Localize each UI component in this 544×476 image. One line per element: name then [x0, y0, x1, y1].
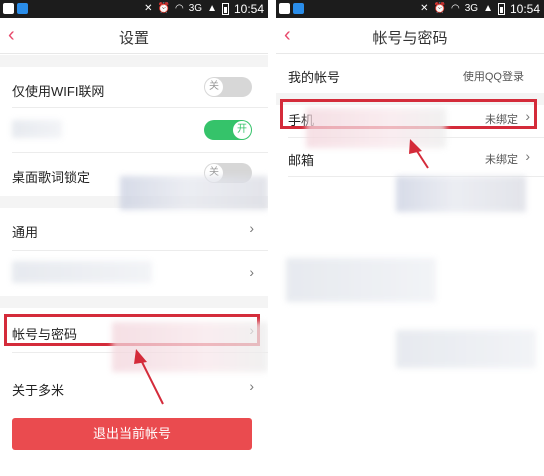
annotation-arrow — [134, 349, 164, 405]
settings-screen: ✕ ⏰ ◠ 3G ▲ 10:54 ‹ 设置 仅使用WIFI联网 关 开 桌面歌词… — [0, 0, 268, 476]
annotation-arrow — [409, 139, 429, 169]
screenshot-gap — [268, 0, 276, 476]
account-password-screen: ✕ ⏰ ◠ 3G ▲ 10:54 ‹ 帐号与密码 我的帐号 使用QQ登录 手机 … — [276, 0, 544, 476]
